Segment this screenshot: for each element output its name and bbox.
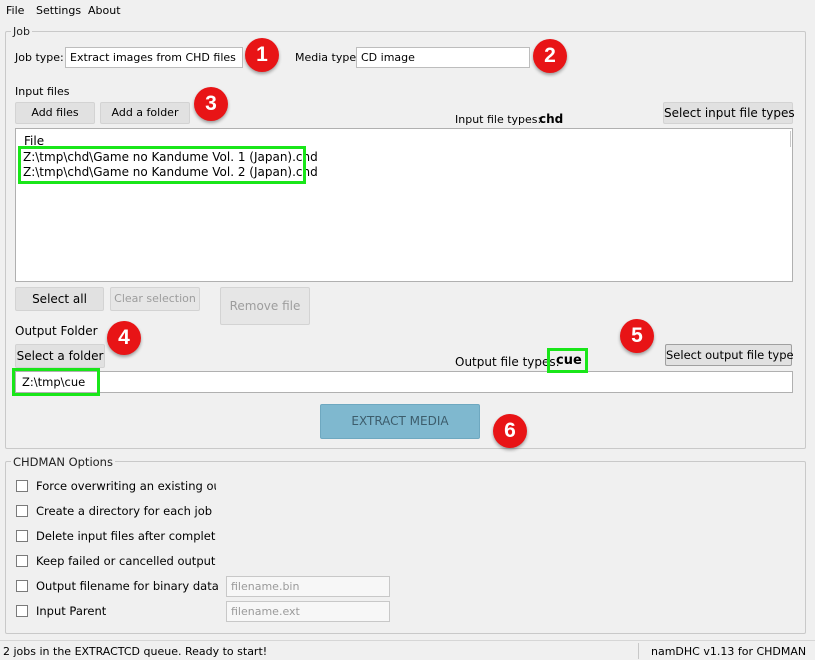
status-version: namDHC v1.13 for CHDMAN	[651, 645, 807, 658]
remove-file-button[interactable]: Remove file	[220, 287, 310, 325]
output-folder-highlight	[12, 368, 100, 396]
step-6-badge: 6	[493, 414, 527, 448]
status-bar: 2 jobs in the EXTRACTCD queue. Ready to …	[0, 640, 815, 660]
binary-filename-input[interactable]: filename.bin	[226, 576, 390, 597]
media-type-select[interactable]: CD image	[356, 47, 530, 68]
output-folder-label: Output Folder	[15, 324, 98, 338]
option-label: Delete input files after completing	[36, 529, 216, 543]
option-checkbox[interactable]	[16, 580, 28, 592]
output-type-highlight	[547, 348, 588, 373]
list-scroll-indicator	[790, 131, 791, 147]
menu-bar: File Settings About	[0, 0, 815, 22]
option-label: Output filename for binary data	[36, 579, 219, 593]
clear-selection-button[interactable]: Clear selection	[110, 287, 200, 311]
input-files-highlight	[18, 146, 306, 184]
extract-media-button[interactable]: EXTRACT MEDIA	[320, 404, 480, 439]
option-checkbox[interactable]	[16, 530, 28, 542]
input-files-label: Input files	[15, 85, 70, 98]
step-3-badge: 3	[194, 87, 228, 121]
status-message: 2 jobs in the EXTRACTCD queue. Ready to …	[3, 645, 268, 658]
option-label: Input Parent	[36, 604, 107, 618]
option-checkbox[interactable]	[16, 555, 28, 567]
step-5-badge: 5	[620, 319, 654, 353]
output-file-types-label: Output file types:	[455, 355, 560, 369]
option-label: Create a directory for each job	[36, 504, 213, 518]
job-group-title: Job	[11, 25, 32, 38]
job-type-select[interactable]: Extract images from CHD files	[65, 47, 243, 68]
chdman-options-title: CHDMAN Options	[11, 455, 115, 469]
add-files-button[interactable]: Add files	[15, 102, 95, 124]
step-2-badge: 2	[533, 39, 567, 73]
parent-filename-input[interactable]: filename.ext	[226, 601, 390, 622]
input-file-types-label: Input file types:	[455, 113, 542, 126]
select-output-file-type-button[interactable]: Select output file type	[665, 344, 794, 366]
option-checkbox[interactable]	[16, 505, 28, 517]
select-folder-button[interactable]: Select a folder	[15, 344, 105, 368]
menu-about[interactable]: About	[88, 4, 121, 17]
input-file-types-value: chd	[539, 112, 564, 126]
step-1-badge: 1	[245, 38, 279, 72]
status-divider	[638, 643, 639, 659]
menu-settings[interactable]: Settings	[36, 4, 81, 17]
select-input-file-types-button[interactable]: Select input file types	[663, 102, 795, 124]
option-checkbox[interactable]	[16, 605, 28, 617]
add-folder-button[interactable]: Add a folder	[100, 102, 190, 124]
media-type-label: Media type:	[295, 51, 360, 64]
step-4-badge: 4	[107, 321, 141, 355]
option-label: Keep failed or cancelled output fi	[36, 554, 216, 568]
output-folder-input[interactable]: Z:\tmp\cue	[15, 371, 793, 393]
menu-file[interactable]: File	[6, 4, 24, 17]
option-checkbox[interactable]	[16, 480, 28, 492]
select-all-button[interactable]: Select all	[15, 287, 104, 311]
job-type-label: Job type:	[15, 51, 64, 64]
option-label: Force overwriting an existing outp	[36, 479, 216, 493]
